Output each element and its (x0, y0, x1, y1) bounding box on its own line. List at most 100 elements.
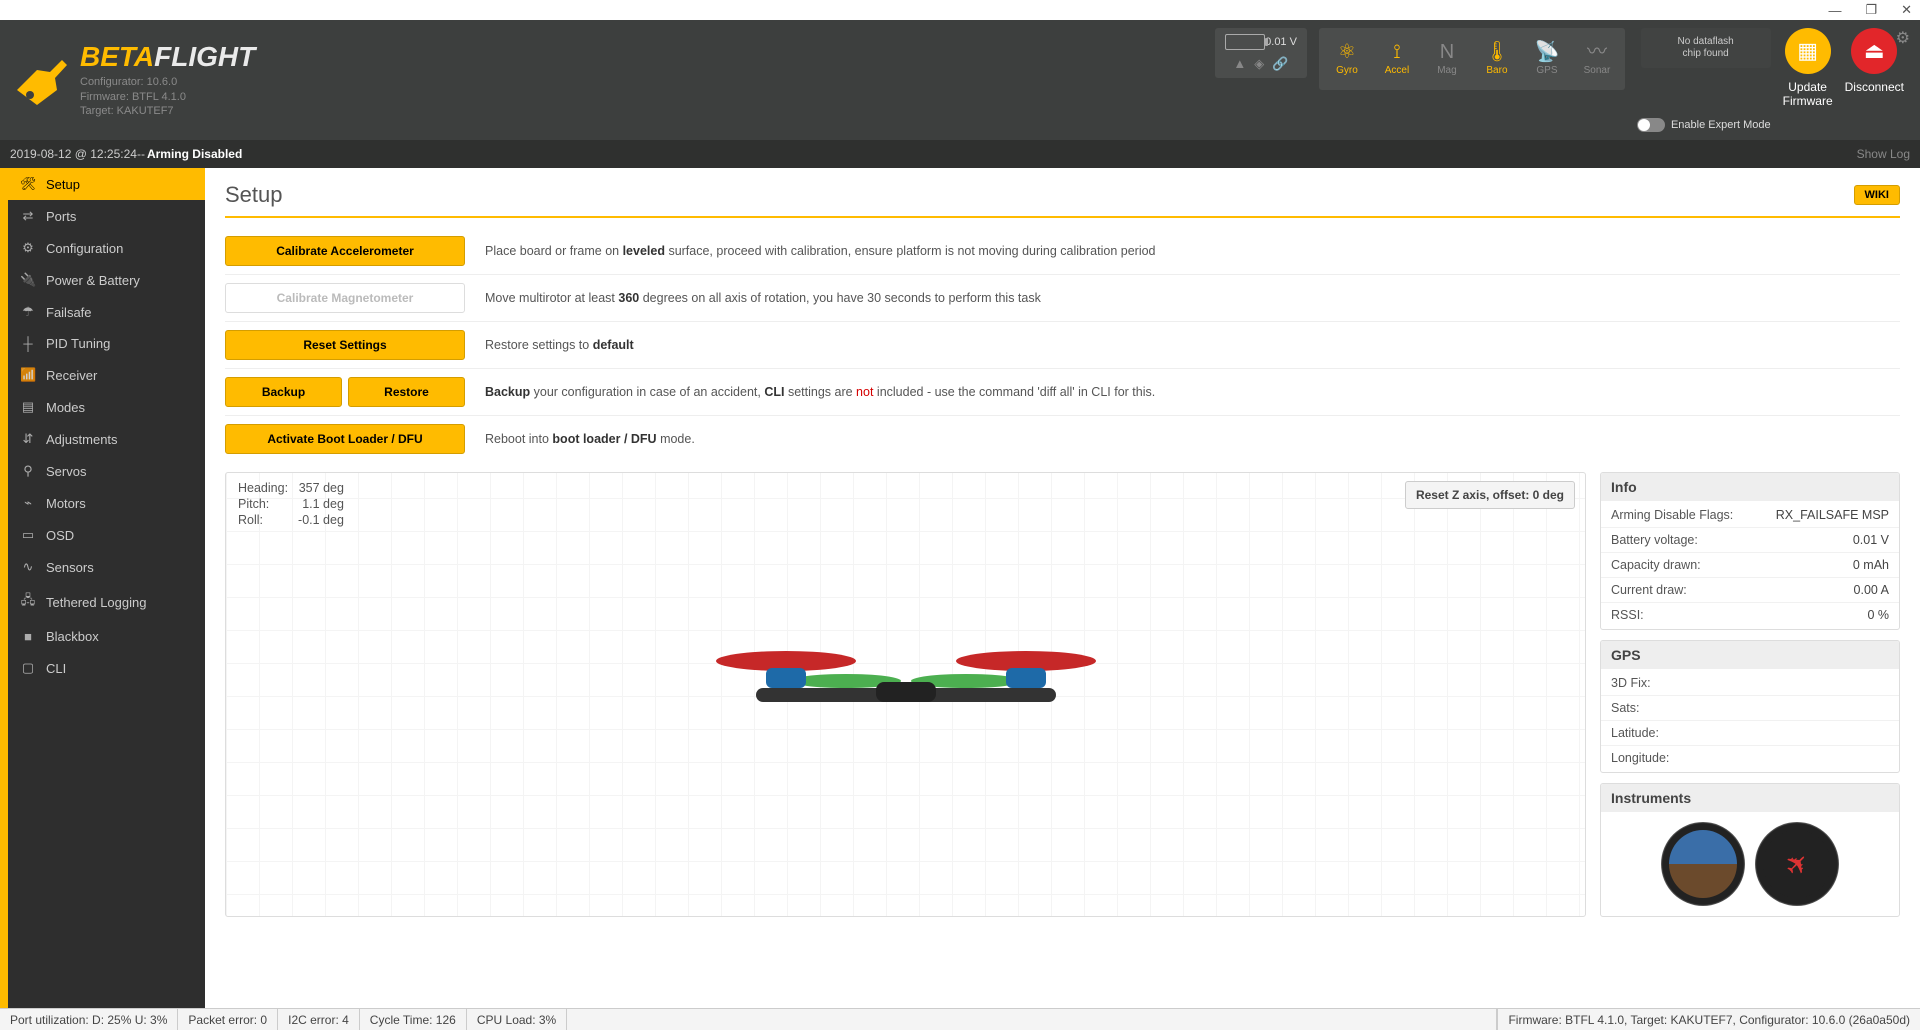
cycle-time: Cycle Time: 126 (360, 1009, 467, 1030)
usb-icon: ⏏ (1851, 28, 1897, 74)
panel-row: 3D Fix: (1601, 671, 1899, 695)
gps-icon: 📡 (1535, 42, 1560, 62)
nav-icon: ▭ (20, 527, 36, 543)
window-minimize[interactable]: — (1828, 3, 1841, 18)
sidebar-item-pid-tuning[interactable]: ┼PID Tuning (8, 328, 205, 359)
accent-divider (225, 216, 1900, 218)
sidebar-item-tethered-logging[interactable]: 🖧Tethered Logging (8, 583, 205, 621)
info-panel-header: Info (1601, 473, 1899, 501)
nav-icon: ⌁ (20, 495, 36, 511)
calibrate-magnetometer-desc: Move multirotor at least 360 degrees on … (485, 291, 1041, 305)
nav-label: Servos (46, 464, 86, 479)
cpu-load: CPU Load: 3% (467, 1009, 567, 1030)
sidebar-item-modes[interactable]: ▤ Modes (8, 391, 205, 423)
page-title: Setup (225, 182, 283, 208)
sidebar-item-motors[interactable]: ⌁Motors (8, 487, 205, 519)
panel-row: Capacity drawn:0 mAh (1601, 552, 1899, 577)
restore-button[interactable]: Restore (348, 377, 465, 407)
sidebar-item-sensors[interactable]: ∿Sensors (8, 551, 205, 583)
model-preview: Heading:357 deg Pitch:1.1 deg Roll:-0.1 … (225, 472, 1586, 917)
sidebar-item-blackbox[interactable]: ■ Blackbox (8, 621, 205, 652)
nav-label: Tethered Logging (46, 595, 146, 610)
warning-icon: ▲ (1233, 56, 1246, 72)
nav-label: Power & Battery (46, 273, 140, 288)
status-bar: Port utilization: D: 25% U: 3% Packet er… (0, 1008, 1920, 1030)
sidebar-item-setup[interactable]: 🛠Setup (8, 168, 205, 200)
nav-label: Modes (46, 400, 85, 415)
nav-icon: ⇄ (20, 208, 36, 224)
header: ⚙ BETAFLIGHT Configurator: 10.6.0 Firmwa… (0, 20, 1920, 140)
nav-icon: ∿ (20, 559, 36, 575)
sensor-gyro: ⚛Gyro (1323, 32, 1371, 86)
reset-settings-button[interactable]: Reset Settings (225, 330, 465, 360)
packet-error: Packet error: 0 (178, 1009, 278, 1030)
gps-panel-header: GPS (1601, 641, 1899, 669)
sidebar-item-cli[interactable]: ▢CLI (8, 652, 205, 684)
nav-icon: ▤ (20, 399, 36, 415)
battery-indicator: 0.01 V ▲ ◈ 🔗 (1215, 28, 1307, 78)
window-close[interactable]: ✕ (1901, 2, 1912, 18)
panel-row: Longitude: (1601, 745, 1899, 770)
port-utilization: Port utilization: D: 25% U: 3% (0, 1009, 178, 1030)
calibrate-accelerometer-desc: Place board or frame on leveled surface,… (485, 244, 1156, 258)
battery-icon (1225, 34, 1265, 50)
link-icon: 🔗 (1272, 56, 1288, 72)
sensor-accel: ⟟Accel (1373, 32, 1421, 86)
instruments-panel-header: Instruments (1601, 784, 1899, 812)
nav-label: Adjustments (46, 432, 118, 447)
sidebar-item-servos[interactable]: ⚲ Servos (8, 455, 205, 487)
gyro-icon: ⚛ (1338, 42, 1356, 62)
wiki-button[interactable]: WIKI (1854, 185, 1900, 205)
sidebar-item-adjustments[interactable]: ⇵ Adjustments (8, 423, 205, 455)
sidebar-item-failsafe[interactable]: ☂Failsafe (8, 296, 205, 328)
sonar-icon: 〰 (1587, 42, 1607, 62)
arming-status-bar: 2019-08-12 @ 12:25:24 -- Arming Disabled… (0, 140, 1920, 168)
i2c-error: I2C error: 4 (278, 1009, 360, 1030)
sidebar-nav: 🛠Setup⇄Ports ⚙ Configuration 🔌 Power & Batte… (0, 168, 205, 1008)
nav-icon: ☂ (20, 304, 36, 320)
sidebar-item-ports[interactable]: ⇄Ports (8, 200, 205, 232)
show-log-link[interactable]: Show Log (1857, 147, 1910, 161)
nav-label: CLI (46, 661, 66, 676)
nav-icon: 📶 (20, 367, 36, 383)
timestamp: 2019-08-12 @ 12:25:24 (10, 147, 137, 161)
attitude-readout: Heading:357 deg Pitch:1.1 deg Roll:-0.1 … (236, 479, 346, 529)
panel-row: Sats: (1601, 695, 1899, 720)
backup-button[interactable]: Backup (225, 377, 342, 407)
settings-gear-icon[interactable]: ⚙ (1896, 28, 1910, 48)
nav-label: Configuration (46, 241, 123, 256)
panel-row: Current draw:0.00 A (1601, 577, 1899, 602)
sidebar-item-osd[interactable]: ▭OSD (8, 519, 205, 551)
nav-label: Setup (46, 177, 80, 192)
backup-desc: Backup your configuration in case of an … (485, 385, 1155, 399)
nav-icon: ⚙ (20, 240, 36, 256)
parachute-icon: ◈ (1254, 56, 1264, 72)
calibrate-magnetometer-button: Calibrate Magnetometer (225, 283, 465, 313)
reset-z-axis-button[interactable]: Reset Z axis, offset: 0 deg (1405, 481, 1575, 509)
baro-icon: 🌡 (1484, 42, 1509, 62)
nav-icon: ■ (20, 629, 36, 644)
arming-status: Arming Disabled (147, 147, 242, 161)
sidebar-item-configuration[interactable]: ⚙ Configuration (8, 232, 205, 264)
bootloader-desc: Reboot into boot loader / DFU mode. (485, 432, 695, 446)
nav-icon: ⇵ (20, 431, 36, 447)
betaflight-logo-icon (12, 50, 72, 110)
activate-bootloader-button[interactable]: Activate Boot Loader / DFU (225, 424, 465, 454)
nav-icon: 🔌 (20, 272, 36, 288)
calibrate-accelerometer-button[interactable]: Calibrate Accelerometer (225, 236, 465, 266)
toggle-switch-icon[interactable] (1637, 118, 1665, 132)
nav-icon: ┼ (20, 336, 36, 351)
window-maximize[interactable]: ❐ (1865, 2, 1877, 18)
update-firmware-button[interactable]: ▦ Update Firmware (1783, 28, 1833, 108)
chip-icon: ▦ (1785, 28, 1831, 74)
nav-label: Blackbox (46, 629, 99, 644)
nav-icon: ⚲ (20, 463, 36, 479)
battery-voltage: 0.01 V (1265, 36, 1297, 48)
sidebar-item-receiver[interactable]: 📶Receiver (8, 359, 205, 391)
dataflash-status: No dataflash chip found (1641, 28, 1771, 68)
sidebar-item-power-battery[interactable]: 🔌 Power & Battery (8, 264, 205, 296)
mag-icon: N (1440, 42, 1454, 62)
version-info: Configurator: 10.6.0 Firmware: BTFL 4.1.… (80, 75, 255, 120)
expert-mode-toggle[interactable]: Enable Expert Mode (1637, 118, 1771, 132)
drone-model-icon (706, 626, 1106, 746)
